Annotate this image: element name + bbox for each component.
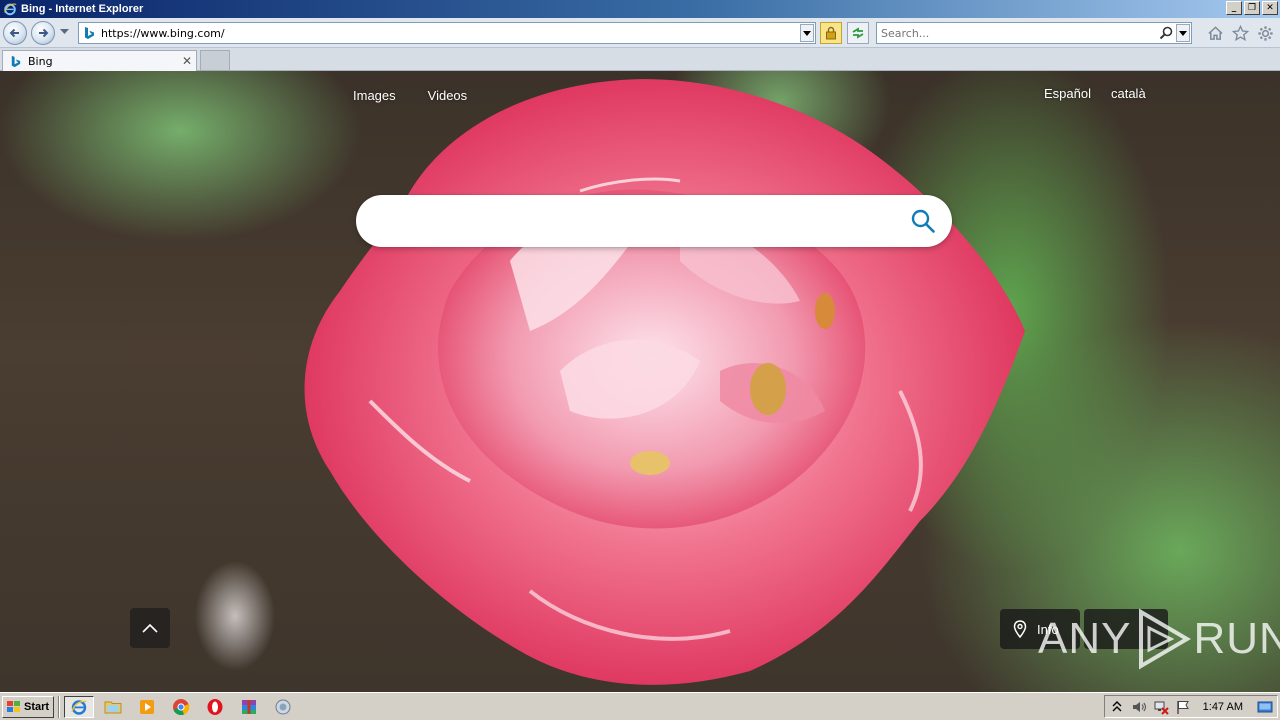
scroll-up-button[interactable] xyxy=(130,608,170,648)
bing-search-button[interactable] xyxy=(908,206,938,236)
tab-bing[interactable]: Bing ✕ xyxy=(2,50,197,71)
anyrun-watermark: ANY RUN xyxy=(1038,608,1280,670)
search-icon xyxy=(911,209,935,233)
nav-link-images[interactable]: Images xyxy=(353,88,396,103)
clock[interactable]: 1:47 AM xyxy=(1203,701,1243,713)
language-link-espanol[interactable]: Español xyxy=(1044,86,1091,101)
media-player-icon xyxy=(140,699,154,714)
settings-gear-icon[interactable] xyxy=(1257,25,1274,42)
minimize-button[interactable]: _ xyxy=(1226,1,1242,15)
search-icon[interactable] xyxy=(1158,25,1174,41)
browser-search-input[interactable] xyxy=(877,26,1158,40)
navigation-bar: https://www.bing.com/ xyxy=(0,18,1280,48)
restore-button[interactable]: ❐ xyxy=(1244,1,1260,15)
internet-explorer-icon xyxy=(71,699,87,715)
play-logo-icon xyxy=(1139,608,1192,670)
taskbar-winrar[interactable] xyxy=(234,696,264,718)
forward-arrow-icon xyxy=(39,28,49,38)
new-tab-button[interactable] xyxy=(200,50,230,71)
close-window-button[interactable]: ✕ xyxy=(1262,1,1278,15)
back-button[interactable] xyxy=(3,21,27,45)
network-icon[interactable] xyxy=(1153,699,1169,715)
browser-search-box[interactable] xyxy=(876,22,1192,44)
folder-icon xyxy=(104,701,122,713)
taskbar: Start 1:47 AM xyxy=(0,692,1280,720)
recent-pages-dropdown-icon[interactable] xyxy=(60,29,69,35)
chevron-down-icon xyxy=(1179,30,1187,36)
favorites-star-icon[interactable] xyxy=(1232,25,1249,42)
windows-logo-icon xyxy=(7,700,20,712)
refresh-button[interactable] xyxy=(847,22,869,44)
chrome-icon xyxy=(173,698,190,715)
nav-link-videos[interactable]: Videos xyxy=(428,88,468,103)
window-title: Bing - Internet Explorer xyxy=(21,3,144,15)
taskbar-app[interactable] xyxy=(268,696,298,718)
show-desktop-icon[interactable] xyxy=(1257,699,1273,715)
taskbar-internet-explorer[interactable] xyxy=(64,695,94,718)
lock-icon xyxy=(826,26,836,40)
opera-icon xyxy=(207,698,223,715)
tab-label: Bing xyxy=(28,54,53,68)
close-tab-button[interactable]: ✕ xyxy=(180,54,194,68)
search-provider-dropdown[interactable] xyxy=(1176,24,1190,42)
taskbar-chrome[interactable] xyxy=(166,696,196,718)
watermark-prefix: ANY xyxy=(1038,614,1132,663)
bing-search-input[interactable] xyxy=(378,201,908,241)
window-titlebar: Bing - Internet Explorer _ ❐ ✕ xyxy=(0,0,1280,18)
taskbar-separator xyxy=(58,695,60,718)
start-label: Start xyxy=(24,700,50,713)
language-link-catala[interactable]: català xyxy=(1111,86,1146,101)
system-tray: 1:47 AM xyxy=(1103,695,1278,718)
show-hidden-icons-icon[interactable] xyxy=(1109,699,1125,715)
archive-icon xyxy=(242,699,256,714)
bing-favicon-icon xyxy=(11,55,21,67)
taskbar-file-explorer[interactable] xyxy=(98,696,128,718)
background-flower-image xyxy=(304,79,1025,685)
security-lock-button[interactable] xyxy=(820,22,842,44)
volume-icon[interactable] xyxy=(1131,699,1147,715)
address-bar[interactable]: https://www.bing.com/ xyxy=(78,22,816,44)
watermark-text: RUN xyxy=(1193,614,1280,663)
chevron-up-icon xyxy=(142,623,158,633)
bing-search-box[interactable] xyxy=(356,195,952,247)
program-icon xyxy=(275,699,291,714)
tab-bar: Bing ✕ xyxy=(0,48,1280,71)
back-arrow-icon xyxy=(9,28,19,38)
internet-explorer-icon xyxy=(4,3,17,16)
home-icon[interactable] xyxy=(1207,25,1224,42)
action-center-flag-icon[interactable] xyxy=(1175,699,1191,715)
bing-favicon-icon xyxy=(85,27,94,39)
taskbar-media-player[interactable] xyxy=(132,696,162,718)
address-url[interactable]: https://www.bing.com/ xyxy=(101,27,800,40)
forward-button[interactable] xyxy=(31,21,55,45)
taskbar-opera[interactable] xyxy=(200,696,230,718)
chevron-down-icon xyxy=(803,30,811,36)
location-pin-icon xyxy=(1013,620,1027,638)
start-button[interactable]: Start xyxy=(2,695,54,718)
bing-homepage: Images Videos Español català Info ANY RU xyxy=(0,71,1280,692)
refresh-icon xyxy=(852,27,864,39)
address-dropdown-button[interactable] xyxy=(800,24,814,42)
